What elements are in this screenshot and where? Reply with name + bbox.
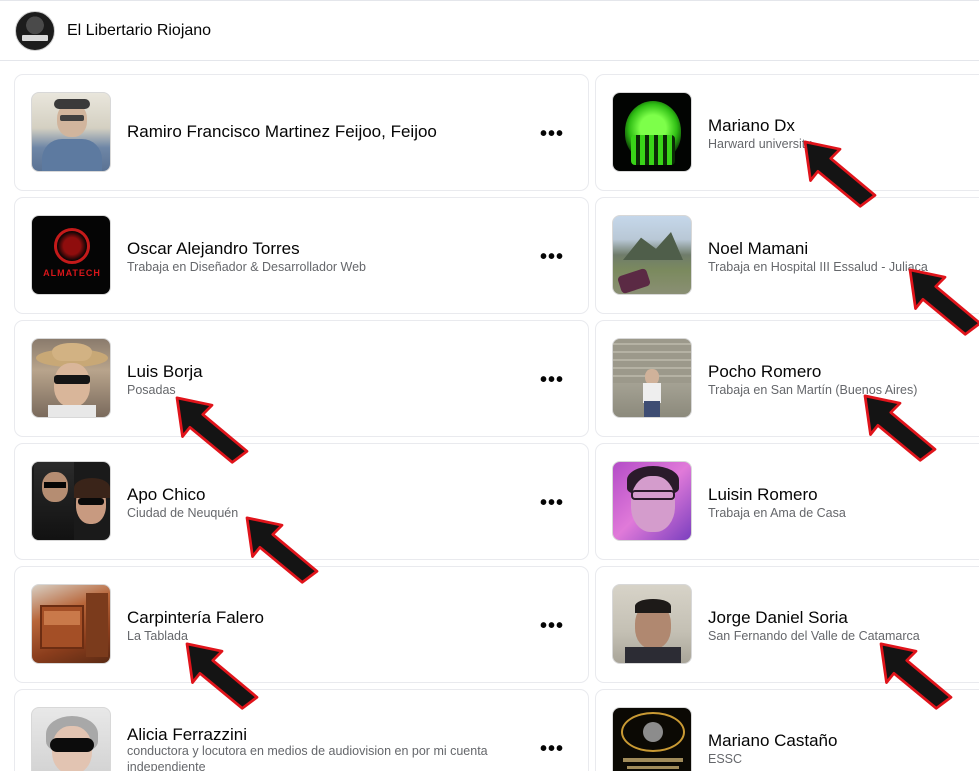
member-subtitle: Trabaja en Diseñador & Desarrollador Web	[127, 260, 367, 274]
profile-photo[interactable]	[31, 584, 111, 664]
member-name[interactable]: Alicia Ferrazzini	[127, 725, 247, 745]
profile-photo[interactable]	[612, 215, 692, 295]
more-options-icon[interactable]: •••	[540, 246, 564, 269]
member-subtitle: Posadas	[127, 383, 176, 397]
profile-photo[interactable]	[31, 461, 111, 541]
member-name[interactable]: Carpintería Falero	[127, 608, 264, 628]
member-name[interactable]: Luisin Romero	[708, 485, 818, 505]
annotation-arrow-icon	[175, 396, 249, 464]
more-options-icon[interactable]: •••	[540, 492, 564, 515]
almatech-logo: ALMATECH	[43, 268, 101, 278]
annotation-arrow-icon	[245, 516, 319, 584]
profile-photo[interactable]	[612, 92, 692, 172]
annotation-arrow-icon	[803, 140, 877, 208]
annotation-arrow-icon	[185, 642, 259, 710]
profile-photo[interactable]	[612, 584, 692, 664]
member-name[interactable]: Jorge Daniel Soria	[708, 608, 848, 628]
member-name[interactable]: Apo Chico	[127, 485, 205, 505]
group-header: El Libertario Riojano	[0, 0, 979, 61]
member-name[interactable]: Mariano Castaño	[708, 731, 837, 751]
profile-photo[interactable]	[612, 461, 692, 541]
member-card: Luis Borja Posadas •••	[14, 320, 589, 437]
annotation-arrow-icon	[879, 642, 953, 710]
member-card: Ramiro Francisco Martinez Feijoo, Feijoo…	[14, 74, 589, 191]
profile-photo[interactable]	[31, 338, 111, 418]
profile-photo[interactable]	[31, 92, 111, 172]
member-name[interactable]: Pocho Romero	[708, 362, 821, 382]
more-options-icon[interactable]: •••	[540, 615, 564, 638]
member-name[interactable]: Luis Borja	[127, 362, 203, 382]
more-options-icon[interactable]: •••	[540, 369, 564, 392]
member-name[interactable]: Mariano Dx	[708, 116, 795, 136]
member-subtitle: Harward university	[708, 137, 812, 151]
member-card: Alicia Ferrazzini conductora y locutora …	[14, 689, 589, 771]
member-card: ALMATECH Oscar Alejandro Torres Trabaja …	[14, 197, 589, 314]
profile-photo[interactable]: ALMATECH	[31, 215, 111, 295]
member-subtitle: Trabaja en Hospital III Essalud - Juliac…	[708, 260, 928, 274]
annotation-arrow-icon	[863, 394, 937, 462]
profile-photo[interactable]	[31, 707, 111, 771]
member-subtitle: La Tablada	[127, 629, 188, 643]
member-subtitle: Trabaja en Ama de Casa	[708, 506, 846, 520]
member-card: Mariano Dx Harward university	[595, 74, 979, 191]
group-title[interactable]: El Libertario Riojano	[67, 22, 211, 40]
member-name[interactable]: Oscar Alejandro Torres	[127, 239, 300, 259]
group-avatar[interactable]	[15, 10, 55, 51]
member-subtitle: Ciudad de Neuquén	[127, 506, 239, 520]
more-options-icon[interactable]: •••	[540, 738, 564, 761]
member-subtitle: ESSC	[708, 752, 743, 766]
member-name[interactable]: Ramiro Francisco Martinez Feijoo, Feijoo	[127, 122, 437, 142]
member-subtitle: conductora y locutora en medios de audio…	[127, 744, 488, 771]
annotation-arrow-icon	[908, 268, 979, 336]
more-options-icon[interactable]: •••	[540, 123, 564, 146]
profile-photo[interactable]	[612, 338, 692, 418]
profile-photo[interactable]	[612, 707, 692, 771]
member-name[interactable]: Noel Mamani	[708, 239, 808, 259]
